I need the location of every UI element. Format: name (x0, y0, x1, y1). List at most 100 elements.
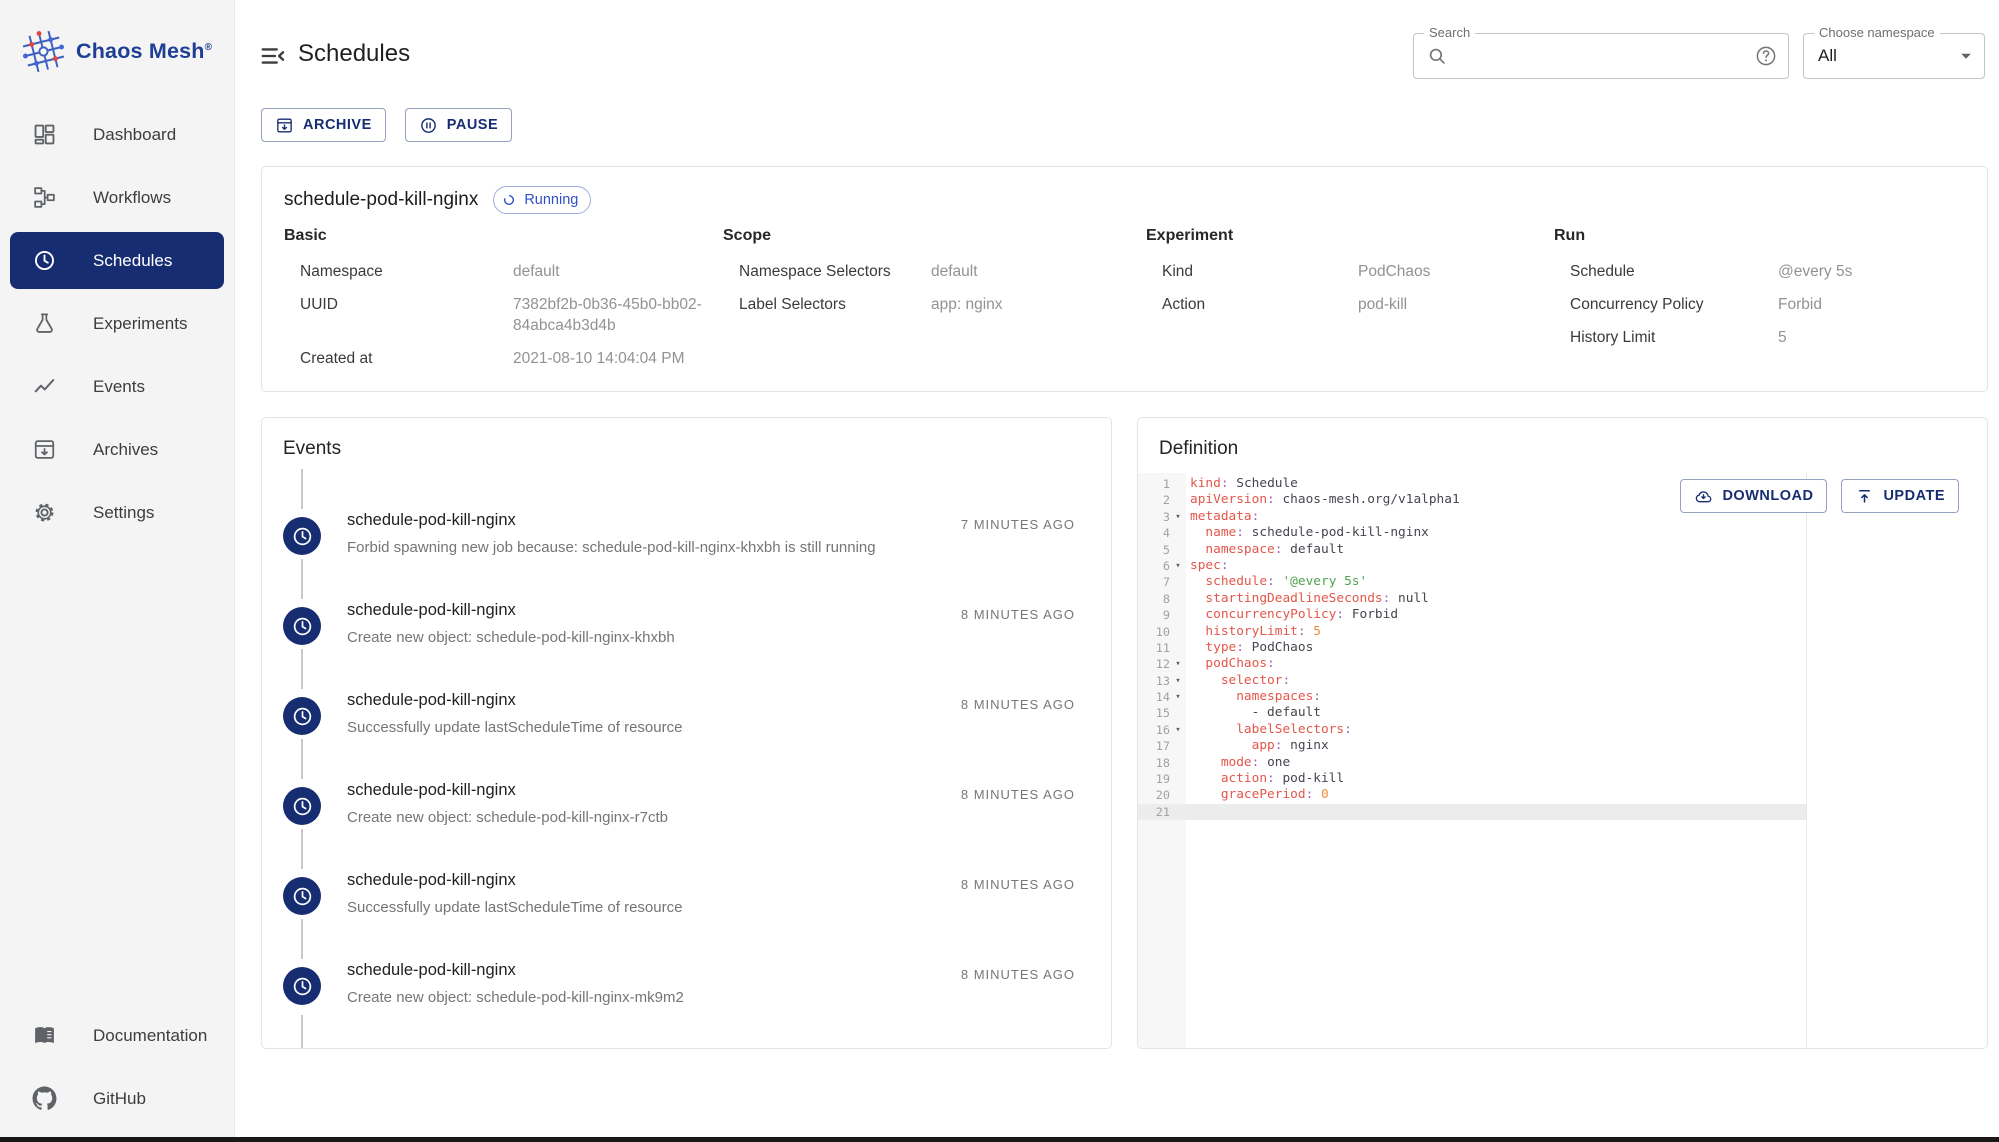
schedule-detail-sections: Basic Namespace default UUID 7382bf2b-0b… (284, 227, 1965, 381)
line-number: 19 (1155, 772, 1170, 787)
sidebar-item-schedules[interactable]: Schedules (10, 232, 224, 289)
detail-row-label: Label Selectors (739, 296, 846, 313)
event-timestamp: 8 MINUTES AGO (960, 787, 1075, 802)
code-line: 17 ▾ app: nginx (1138, 738, 1987, 754)
event-avatar (283, 517, 321, 555)
line-number: 21 (1155, 804, 1170, 819)
section-rows: Schedule @every 5s Concurrency Policy Fo… (1554, 261, 1965, 348)
code-line-text: app: nginx (1190, 738, 1329, 754)
fold-arrow-icon[interactable]: ▾ (1170, 558, 1186, 574)
fold-arrow-icon[interactable]: ▾ (1170, 689, 1186, 705)
event-body: schedule-pod-kill-nginx Forbid spawning … (347, 491, 876, 581)
code-line-text: action: pod-kill (1190, 771, 1345, 787)
sidebar-item-label: Schedules (93, 250, 173, 270)
detail-row-label: Schedule (1570, 263, 1635, 280)
search-input[interactable] (1454, 45, 1748, 67)
events-panel: Events schedule-pod-kill-nginx Forbid sp… (261, 417, 1112, 1049)
definition-panel-title: Definition (1159, 438, 1239, 459)
sidebar-item-dashboard[interactable]: Dashboard (10, 106, 224, 163)
detail-row: Kind PodChaos (1146, 261, 1554, 282)
detail-row: Action pod-kill (1146, 294, 1554, 315)
event-item: schedule-pod-kill-nginx Create new objec… (283, 919, 1111, 1031)
archive-button[interactable]: ARCHIVE (261, 108, 386, 142)
timeline-connector (301, 649, 303, 689)
section-title: Run (1554, 227, 1586, 244)
event-item: schedule-pod-kill-nginx Successfully upd… (283, 649, 1111, 761)
code-line-text: mode: one (1190, 754, 1291, 770)
clock-icon (291, 705, 314, 728)
experiments-icon (32, 311, 57, 336)
code-line: 21 ▾ (1138, 803, 1987, 821)
sidebar: Chaos Mesh® Dashboard Workflows Schedule… (0, 0, 235, 1137)
archives-icon (32, 437, 57, 462)
event-timestamp: 7 MINUTES AGO (960, 517, 1075, 532)
event-item: schedule-pod-kill-nginx Create new objec… (283, 739, 1111, 851)
clock-icon (291, 885, 314, 908)
schedule-detail-card: schedule-pod-kill-nginx Running Basic Na… (261, 166, 1988, 392)
sidebar-item-documentation[interactable]: Documentation (10, 1007, 224, 1064)
pause-button[interactable]: PAUSE (404, 108, 513, 142)
pause-circle-icon (419, 116, 438, 135)
code-line-text: podChaos: (1190, 656, 1275, 672)
sidebar-item-archives[interactable]: Archives (10, 421, 224, 478)
menu-toggle-button[interactable] (259, 42, 287, 70)
detail-row-label: History Limit (1570, 329, 1656, 346)
sidebar-item-label: Settings (93, 502, 155, 522)
event-avatar (283, 877, 321, 915)
fold-arrow-icon[interactable]: ▾ (1170, 656, 1186, 672)
detail-section: Basic Namespace default UUID 7382bf2b-0b… (284, 227, 723, 381)
event-timestamp: 8 MINUTES AGO (960, 697, 1075, 712)
sidebar-item-settings[interactable]: Settings (10, 484, 224, 541)
events-panel-title: Events (283, 438, 342, 459)
clock-icon (291, 795, 314, 818)
code-line-text: startingDeadlineSeconds: null (1190, 590, 1429, 606)
code-line-text: selector: (1190, 672, 1291, 688)
sidebar-item-label: Events (93, 376, 145, 396)
line-number: 10 (1155, 624, 1170, 639)
code-line: 8 ▾ startingDeadlineSeconds: null (1138, 591, 1987, 607)
event-message: Successfully update lastScheduleTime of … (347, 719, 683, 736)
event-name: schedule-pod-kill-nginx (347, 961, 516, 979)
section-title: Experiment (1146, 227, 1234, 244)
sidebar-item-label: Experiments (93, 313, 188, 333)
line-number: 13 (1155, 673, 1170, 688)
code-line: 12 ▾ podChaos: (1138, 656, 1987, 672)
code-line-text: - default (1190, 705, 1321, 721)
download-button[interactable]: DOWNLOAD (1680, 479, 1828, 513)
sidebar-item-experiments[interactable]: Experiments (10, 295, 224, 352)
status-badge: Running (493, 186, 592, 214)
clock-icon (291, 975, 314, 998)
search-field-label: Search (1424, 25, 1476, 41)
event-body: schedule-pod-kill-nginx Create new objec… (347, 581, 675, 671)
toolbar: ARCHIVE PAUSE (261, 108, 513, 142)
code-line-text: name: schedule-pod-kill-nginx (1190, 525, 1429, 541)
sidebar-item-label: Documentation (93, 1025, 208, 1045)
clock-icon (291, 615, 314, 638)
schedule-detail-header: schedule-pod-kill-nginx Running (284, 186, 592, 214)
detail-row: UUID 7382bf2b-0b36-45b0-bb02-84abca4b3d4… (284, 294, 723, 336)
sidebar-item-events[interactable]: Events (10, 358, 224, 415)
detail-row: Concurrency Policy Forbid (1554, 294, 1965, 315)
line-number: 5 (1162, 542, 1170, 557)
fold-arrow-icon[interactable]: ▾ (1170, 509, 1186, 525)
sidebar-item-github[interactable]: GitHub (10, 1070, 224, 1127)
search-help-button[interactable] (1754, 44, 1778, 68)
event-body: schedule-pod-kill-nginx Create new objec… (347, 941, 684, 1031)
download-button-label: DOWNLOAD (1722, 488, 1814, 504)
detail-row-label: Concurrency Policy (1570, 296, 1704, 313)
detail-section: Scope Namespace Selectors default Label … (723, 227, 1146, 381)
detail-row-value: 7382bf2b-0b36-45b0-bb02-84abca4b3d4b (513, 296, 702, 334)
sidebar-item-label: Workflows (93, 187, 172, 207)
line-number: 4 (1162, 526, 1170, 541)
brand-logo[interactable]: Chaos Mesh® (20, 28, 212, 75)
fold-arrow-icon[interactable]: ▾ (1170, 673, 1186, 689)
update-button[interactable]: UPDATE (1841, 479, 1959, 513)
fold-arrow-icon[interactable]: ▾ (1170, 722, 1186, 738)
code-line: 9 ▾ concurrencyPolicy: Forbid (1138, 607, 1987, 623)
event-message: Create new object: schedule-pod-kill-ngi… (347, 629, 675, 646)
sidebar-item-workflows[interactable]: Workflows (10, 169, 224, 226)
clock-icon (291, 525, 314, 548)
yaml-editor[interactable]: 1 ▾ kind: Schedule 2 ▾ apiVersion: chaos… (1138, 473, 1987, 1048)
line-number: 14 (1155, 690, 1170, 705)
namespace-select[interactable]: Choose namespace All (1803, 25, 1985, 79)
